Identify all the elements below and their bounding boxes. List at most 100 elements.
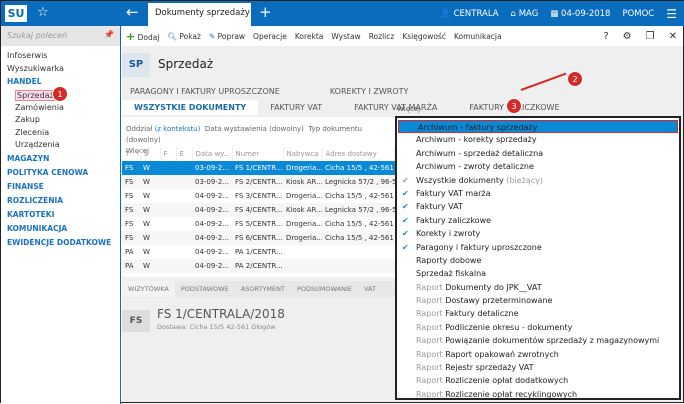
sidebar-item-label: Zlecenia: [15, 127, 50, 137]
toolbar-komunikacja[interactable]: Komunikacja: [454, 32, 502, 41]
tab-podstawowe[interactable]: PODSTAWOWE: [175, 281, 235, 297]
toolbar-wystaw[interactable]: Wystaw: [331, 32, 360, 41]
column-header[interactable]: Data wy...: [192, 147, 233, 161]
restore-window-icon[interactable]: ❐: [646, 31, 655, 42]
dropdown-item[interactable]: Raport Powiązanie dokumentów sprzedaży z…: [397, 334, 679, 347]
dropdown-item[interactable]: ✔ Korekty i zwroty: [397, 227, 679, 240]
sidebar-item[interactable]: Zlecenia: [1, 127, 120, 140]
tab-vat[interactable]: VAT: [358, 281, 382, 297]
dropdown-item[interactable]: ✔ Faktury VAT: [397, 200, 679, 213]
filter-branch[interactable]: Oddział (z kontekstu): [126, 125, 200, 133]
close-icon[interactable]: ✕: [669, 31, 677, 42]
sidebar-item[interactable]: Zakup: [1, 114, 120, 127]
tab-podsumowanie[interactable]: PODSUMOWANIE: [291, 281, 358, 297]
column-header[interactable]: Adres dostawy: [322, 147, 395, 161]
column-header[interactable]: E: [176, 147, 193, 161]
sidebar-item[interactable]: EWIDENCJE DODATKOWE: [1, 236, 120, 250]
tab-korekty[interactable]: KOREKTY I ZWROTY: [330, 87, 409, 96]
branch-button[interactable]: 👤 CENTRALA: [440, 9, 498, 19]
date-button[interactable]: ▦ 04-09-2018: [550, 9, 610, 19]
table-cell: Drogeria...: [286, 220, 322, 228]
help-icon[interactable]: ?: [603, 31, 608, 42]
show-button[interactable]: 🔍︎ Pokaż: [167, 32, 201, 41]
item-prefix: Raport: [416, 389, 443, 399]
sidebar-item[interactable]: KOMUNIKACJA: [1, 222, 120, 236]
table-row[interactable]: PA W 04-09-2... PA 2/CENTR...: [122, 259, 395, 273]
command-search-input[interactable]: Szukaj poleceń 📌: [1, 26, 120, 46]
dropdown-item[interactable]: Raport Raport opakowań zwrotnych: [397, 348, 679, 361]
filter-date[interactable]: Data wystawienia (dowolny): [205, 125, 304, 133]
toolbar-rozlicz[interactable]: Rozlicz: [369, 32, 395, 41]
sidebar-item[interactable]: POLITYKA CENOWA: [1, 166, 120, 180]
column-header[interactable]: S: [140, 147, 161, 161]
table-row[interactable]: FS W 04-09-2... FS 3/CENTR... Drogeria... Cic…: [122, 189, 395, 203]
dropdown-item[interactable]: ✔ Faktury VAT marża: [397, 187, 679, 200]
column-header[interactable]: Numer: [232, 147, 284, 161]
more-tabs-button[interactable]: Więcej: [397, 105, 420, 113]
dropdown-item[interactable]: Archiwum - sprzedaż detaliczna: [397, 147, 679, 160]
table-row[interactable]: PA W 04-09-2... PA 1/CENTR...: [122, 245, 395, 259]
detail-badge: FS: [122, 310, 150, 332]
dropdown-item[interactable]: ✔ Wszystkie dokumenty (bieżący): [397, 174, 679, 187]
item-prefix: Raport: [416, 349, 443, 359]
dropdown-item[interactable]: Raport Faktury detaliczne: [397, 307, 679, 320]
dropdown-item[interactable]: Sprzedaż fiskalna: [397, 267, 679, 280]
warehouse-button[interactable]: ⌂ MAG: [511, 9, 539, 19]
tab-faktury-vat-marza[interactable]: FAKTURY VAT MARŻA: [334, 100, 449, 115]
item-prefix: Raport: [416, 322, 443, 332]
add-button[interactable]: + Dodaj: [126, 30, 159, 43]
dropdown-item[interactable]: ✔ Paragony i faktury uproszczone: [397, 241, 679, 254]
edit-button[interactable]: ✎ Popraw: [209, 32, 245, 41]
table-cell: FS 6/CENTR...: [232, 231, 283, 245]
toolbar-operacje[interactable]: Operacje: [253, 32, 287, 41]
new-tab-plus-icon[interactable]: +: [259, 3, 272, 21]
dropdown-item[interactable]: Raport Rozliczenie opłat recyklingowych: [397, 388, 679, 399]
dropdown-item[interactable]: Raport Rozliczenie opłat dodatkowych: [397, 374, 679, 387]
sidebar-item[interactable]: KARTOTEKI: [1, 208, 120, 222]
sidebar-item[interactable]: Urządzenia: [1, 139, 120, 152]
tab-dokumenty-sprzedazy[interactable]: Dokumenty sprzedaży: [148, 3, 251, 26]
dropdown-item[interactable]: ✔ Faktury zaliczkowe: [397, 214, 679, 227]
help-button[interactable]: POMOC: [622, 9, 654, 19]
table-row[interactable]: FS W 04-09-2... FS 6/CENTR... Drogeria... Cic…: [122, 231, 395, 245]
table-cell: Cicha 15/5 , 42-561 Głogów: [322, 161, 395, 175]
sidebar-item[interactable]: Zamówienia: [1, 102, 120, 115]
toolbar-ksiegowosc[interactable]: Księgowość: [402, 32, 446, 41]
table-cell: FS 5/CENTR...: [235, 220, 283, 228]
table-row[interactable]: FS W 04-09-2... FS 4/CENTR... Kiosk AR... Leg…: [122, 203, 395, 217]
favorites-star-icon[interactable]: ☆: [37, 5, 49, 20]
dropdown-item[interactable]: Raport Rejestr sprzedaży VAT: [397, 361, 679, 374]
tab-wizytowka[interactable]: WIZYTÓWKA: [122, 281, 175, 297]
table-cell: Drogeria...: [286, 192, 322, 200]
column-header[interactable]: F: [160, 147, 177, 161]
pin-icon[interactable]: 📌: [104, 30, 114, 39]
gear-icon[interactable]: ⚙: [623, 31, 632, 42]
show-label: Pokaż: [179, 31, 201, 41]
sidebar-item[interactable]: MAGAZYN: [1, 152, 120, 166]
hamburger-menu-icon[interactable]: ☰: [666, 7, 677, 21]
back-arrow-icon[interactable]: ←: [126, 3, 139, 21]
dropdown-item[interactable]: Raport Dokumenty do JPK__VAT: [397, 281, 679, 294]
sidebar-item[interactable]: Wyszukiwarka: [1, 63, 120, 76]
table-row[interactable]: FS W 03-09-2... FS 2/CENTR... Kiosk AR... Leg…: [122, 175, 395, 189]
dropdown-item[interactable]: Archiwum - zwroty detaliczne: [397, 160, 679, 173]
dropdown-item[interactable]: Raport Podliczenie okresu - dokumenty: [397, 321, 679, 334]
tab-faktury-vat[interactable]: FAKTURY VAT: [258, 100, 334, 115]
column-header[interactable]: T: [122, 147, 141, 161]
table-cell: 03-09-2...: [192, 175, 232, 189]
table-row[interactable]: FS W 04-09-2... FS 5/CENTR... Drogeria... Cic…: [122, 217, 395, 231]
sidebar-item[interactable]: FINANSE: [1, 180, 120, 194]
table-row[interactable]: FS W 03-09-2... FS 1/CENTR... Drogeria... Cic…: [122, 161, 395, 175]
table-cell: [176, 175, 192, 189]
dropdown-item[interactable]: Archiwum - korekty sprzedaży: [397, 133, 679, 146]
sidebar-item[interactable]: ROZLICZENIA: [1, 194, 120, 208]
dropdown-item[interactable]: Raport Dostawy przeterminowane: [397, 294, 679, 307]
tab-paragony[interactable]: PARAGONY I FAKTURY UPROSZCZONE: [130, 87, 280, 96]
dropdown-item[interactable]: Archiwum - faktury sprzedaży: [398, 120, 678, 134]
sidebar-item[interactable]: Infoserwis: [1, 50, 120, 63]
toolbar-korekta[interactable]: Korekta: [295, 32, 324, 41]
column-header[interactable]: Nabywca: [283, 147, 323, 161]
tab-asortyment[interactable]: ASORTYMENT: [235, 281, 291, 297]
dropdown-item[interactable]: Raporty dobowe: [397, 254, 679, 267]
tab-wszystkie-dokumenty[interactable]: WSZYSTKIE DOKUMENTY: [122, 100, 259, 115]
